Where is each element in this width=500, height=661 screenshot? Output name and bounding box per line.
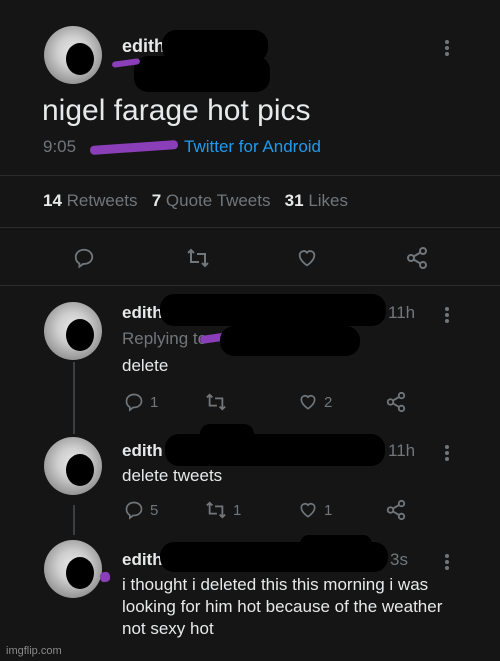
watermark: imgflip.com bbox=[6, 645, 62, 657]
thread-line bbox=[73, 505, 75, 535]
avatar-redaction bbox=[66, 43, 95, 76]
retweet-count: 1 bbox=[233, 501, 242, 519]
reply-time[interactable]: 11h bbox=[388, 303, 415, 323]
divider bbox=[0, 285, 500, 286]
redacted-handle bbox=[160, 294, 386, 326]
avatar[interactable] bbox=[44, 26, 102, 84]
reply-icon[interactable] bbox=[73, 247, 95, 269]
tweet-meta: 9:05 bbox=[43, 137, 76, 157]
redacted-handle bbox=[200, 424, 254, 444]
retweet-icon bbox=[205, 392, 227, 412]
redacted-date-scribble bbox=[89, 139, 179, 156]
retweet-action[interactable]: 1 bbox=[205, 500, 241, 520]
author-name[interactable]: edith bbox=[122, 550, 163, 570]
reply-time[interactable]: 3s bbox=[390, 550, 408, 570]
avatar[interactable] bbox=[44, 540, 102, 598]
tweet-text: nigel farage hot pics bbox=[42, 94, 311, 127]
replying-to: Replying to bbox=[122, 329, 208, 348]
quotes-stat[interactable]: 7 Quote Tweets bbox=[152, 191, 271, 210]
retweets-stat[interactable]: 14 Retweets bbox=[43, 191, 138, 210]
retweet-icon bbox=[205, 500, 227, 520]
avatar-redaction bbox=[66, 454, 95, 487]
redacted-username bbox=[134, 56, 270, 92]
author-name[interactable]: edith bbox=[122, 303, 163, 323]
divider bbox=[0, 175, 500, 176]
heart-icon[interactable] bbox=[296, 247, 318, 269]
reply-count: 5 bbox=[150, 501, 159, 519]
redacted-handle bbox=[165, 434, 385, 466]
thread-line bbox=[73, 362, 75, 434]
more-vertical-icon[interactable] bbox=[445, 38, 451, 58]
reply-icon bbox=[124, 500, 144, 520]
redacted-handle bbox=[300, 535, 372, 553]
more-vertical-icon[interactable] bbox=[445, 552, 451, 572]
like-count: 2 bbox=[324, 393, 333, 411]
reply-count: 1 bbox=[150, 393, 159, 411]
avatar-redaction bbox=[66, 319, 95, 352]
retweet-action[interactable] bbox=[205, 392, 233, 412]
purple-scribble bbox=[99, 571, 111, 583]
share-icon[interactable] bbox=[405, 246, 429, 270]
divider bbox=[0, 227, 500, 228]
like-action[interactable]: 1 bbox=[298, 500, 332, 520]
avatar[interactable] bbox=[44, 302, 102, 360]
reply-action[interactable]: 1 bbox=[124, 392, 158, 412]
avatar[interactable] bbox=[44, 437, 102, 495]
reply-icon bbox=[124, 392, 144, 412]
reply-text: i thought i deleted this this morning i … bbox=[122, 575, 443, 638]
avatar-redaction bbox=[66, 557, 95, 590]
more-vertical-icon[interactable] bbox=[445, 443, 451, 463]
tweet-client[interactable]: Twitter for Android bbox=[184, 137, 321, 157]
author-name[interactable]: edith bbox=[122, 36, 165, 57]
like-action[interactable]: 2 bbox=[298, 392, 332, 412]
redacted-mention bbox=[220, 326, 360, 356]
share-icon[interactable] bbox=[385, 391, 407, 413]
author-name[interactable]: edith bbox=[122, 441, 163, 461]
share-icon[interactable] bbox=[385, 499, 407, 521]
tweet-time[interactable]: 9:05 bbox=[43, 137, 76, 156]
reply-action[interactable]: 5 bbox=[124, 500, 158, 520]
reply-text: delete bbox=[122, 356, 169, 375]
like-count: 1 bbox=[324, 501, 333, 519]
tweet-stats: 14 Retweets 7 Quote Tweets 31 Likes bbox=[43, 191, 348, 211]
heart-icon bbox=[298, 392, 318, 412]
retweet-icon[interactable] bbox=[186, 247, 210, 269]
reply-text: delete tweets bbox=[122, 466, 223, 485]
more-vertical-icon[interactable] bbox=[445, 305, 451, 325]
likes-stat[interactable]: 31 Likes bbox=[285, 191, 348, 210]
heart-icon bbox=[298, 500, 318, 520]
reply-time[interactable]: 11h bbox=[388, 441, 415, 461]
